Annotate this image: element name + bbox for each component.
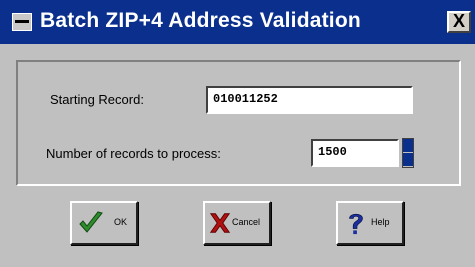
question-mark-icon — [349, 213, 363, 235]
window-title: Batch ZIP+4 Address Validation — [40, 9, 361, 32]
spinner-down-arrow-icon[interactable] — [403, 153, 413, 167]
ok-button[interactable]: OK — [70, 201, 138, 245]
help-button-label: Help — [371, 217, 390, 227]
checkmark-icon — [79, 211, 103, 233]
num-records-field[interactable]: 1500 — [311, 139, 399, 167]
spinner-up-arrow-icon[interactable] — [403, 139, 413, 153]
help-button[interactable]: Help — [336, 201, 404, 245]
x-mark-icon — [209, 213, 231, 233]
num-records-label: Number of records to process: — [46, 146, 221, 161]
title-bar[interactable]: Batch ZIP+4 Address Validation X — [0, 0, 475, 44]
input-group-frame — [16, 60, 461, 186]
dialog-window: Batch ZIP+4 Address Validation X Startin… — [0, 0, 475, 267]
close-button[interactable]: X — [447, 11, 471, 33]
cancel-button[interactable]: Cancel — [203, 201, 271, 245]
starting-record-field[interactable]: 010011252 — [206, 86, 413, 114]
ok-button-label: OK — [114, 217, 128, 227]
system-menu-icon[interactable] — [12, 13, 32, 31]
starting-record-label: Starting Record: — [50, 92, 144, 107]
num-records-spinner[interactable] — [402, 138, 414, 168]
cancel-button-label: Cancel — [232, 217, 261, 227]
